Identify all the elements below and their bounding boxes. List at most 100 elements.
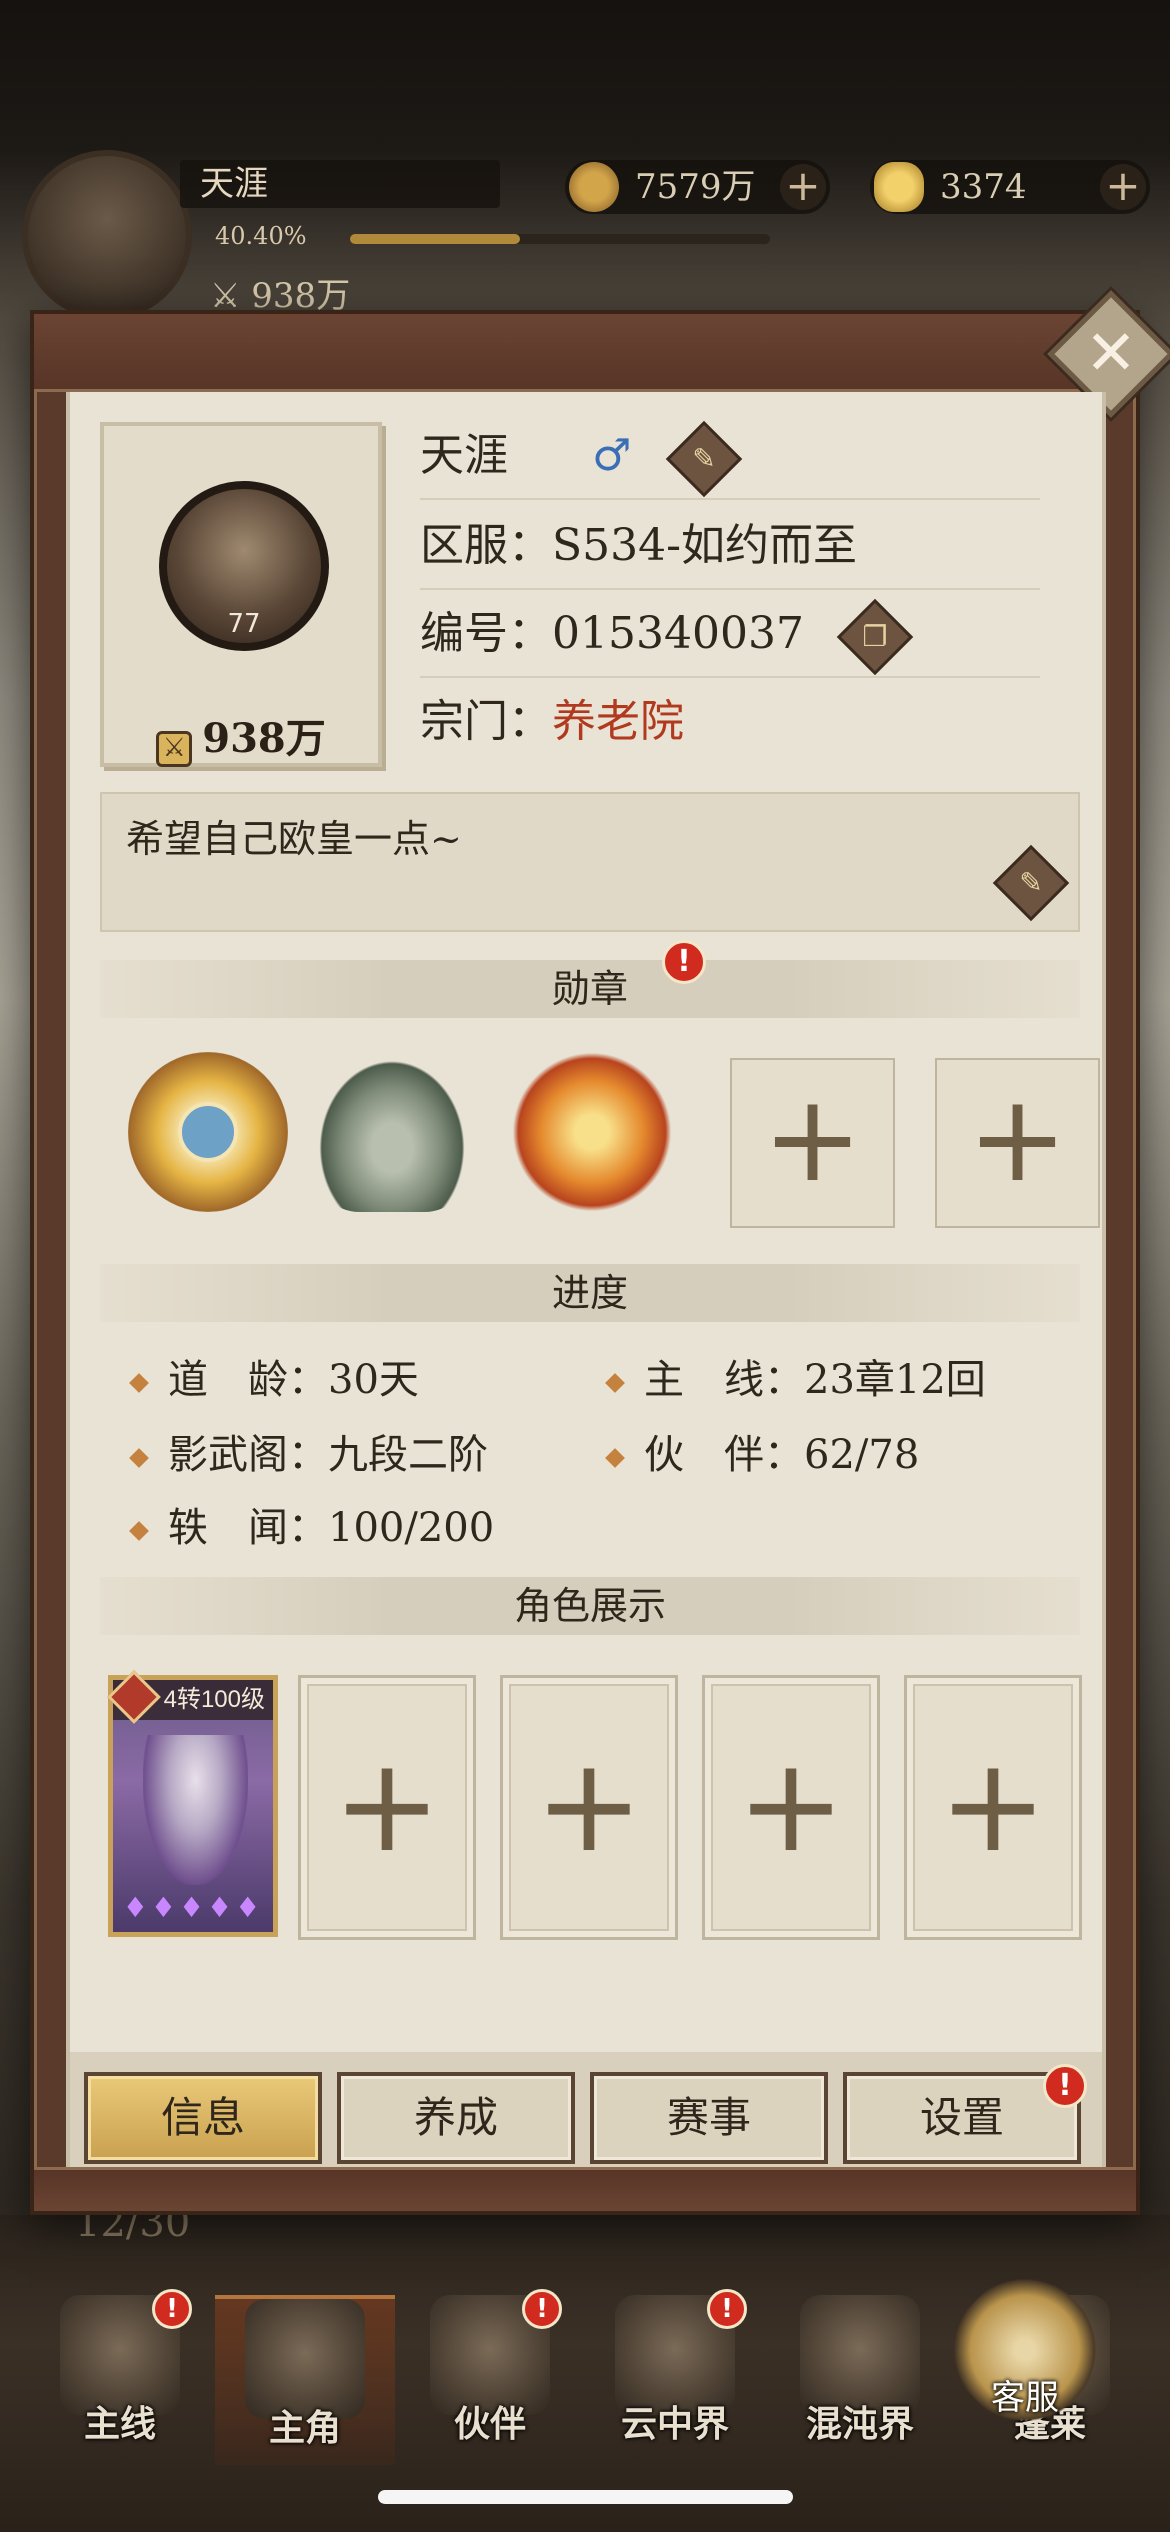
id-label: 编号： xyxy=(420,608,552,659)
medals-section-title: 勋章 xyxy=(100,960,1080,1018)
coins-value: 7579万 xyxy=(635,167,756,207)
add-coins-button[interactable]: + xyxy=(780,164,826,210)
progress-label: 道 龄： xyxy=(168,1357,328,1403)
nav-label: 伙伴 xyxy=(453,2403,526,2445)
roles-title-text: 角色展示 xyxy=(513,1584,666,1628)
combat-power-icon: ⚔ xyxy=(156,731,193,767)
sect-value[interactable]: 养老院 xyxy=(552,696,684,747)
nav-cloud-realm[interactable]: 云中界 ! xyxy=(585,2289,765,2465)
nav-label: 混沌界 xyxy=(805,2403,914,2445)
progress-item-shadow-pavilion: 影武阁：九段二阶 xyxy=(132,1422,488,1480)
nav-main-quest[interactable]: 主线 ! xyxy=(30,2289,210,2465)
hud-exp-bar xyxy=(350,234,770,244)
role-empty-slot[interactable]: + xyxy=(298,1675,476,1940)
combat-power: ⚔ 938万 xyxy=(104,706,378,767)
role-empty-slot[interactable]: + xyxy=(904,1675,1082,1940)
gold-ingot-icon xyxy=(874,162,924,212)
character-portrait xyxy=(143,1735,248,1885)
settings-alert-badge: ! xyxy=(1043,2064,1087,2108)
progress-label: 伙 伴： xyxy=(644,1432,804,1478)
coin-icon xyxy=(569,162,619,212)
role-card[interactable]: 4转100级 ♦♦♦♦♦ xyxy=(107,1670,278,1937)
hud-exp-percent: 40.40% xyxy=(215,222,307,250)
home-indicator[interactable] xyxy=(378,2490,793,2504)
role-level-badge: 4转100级 xyxy=(107,1670,273,1724)
medal-figure-icon xyxy=(178,1102,238,1162)
gold-display: 3374 + xyxy=(870,160,1150,214)
id-value: 015340037 xyxy=(552,608,804,659)
progress-item-anecdotes: 轶 闻：100/200 xyxy=(132,1495,494,1553)
progress-value: 九段二阶 xyxy=(328,1432,488,1478)
hud-exp-fill xyxy=(350,234,520,244)
avatar[interactable]: 77 xyxy=(159,481,329,651)
roles-section-title: 角色展示 xyxy=(100,1577,1080,1635)
avatar-level: 77 xyxy=(227,609,261,639)
brush-icon: ✎ xyxy=(1019,866,1043,899)
tab-info[interactable]: 信息 xyxy=(84,2072,322,2164)
medal-empty-slot[interactable]: + xyxy=(935,1058,1100,1228)
medal-pagoda[interactable] xyxy=(312,1052,472,1212)
hud-player-name: 天涯 xyxy=(180,160,500,208)
progress-item-main-quest: 主 线：23章12回 xyxy=(608,1347,986,1405)
coins-display: 7579万 + xyxy=(565,160,830,214)
nav-partners[interactable]: 伙伴 ! xyxy=(400,2289,580,2465)
server-row: 区服：S534-如约而至 xyxy=(420,502,1040,590)
alert-badge: ! xyxy=(707,2289,747,2329)
combat-power-value: 938万 xyxy=(202,715,326,762)
customer-service-label[interactable]: 客服 xyxy=(955,2370,1095,2419)
nav-label: 主角 xyxy=(268,2407,341,2449)
tab-bar: 信息 养成 赛事 设置 ! xyxy=(70,2052,1102,2177)
top-hud: 天涯 40.40% ⚔ 938万 7579万 + 3374 + xyxy=(0,140,1170,320)
male-gender-icon: ♂ xyxy=(592,430,632,481)
nav-label: 云中界 xyxy=(620,2403,729,2445)
motto-text: 希望自己欧皇一点~ xyxy=(126,817,462,861)
progress-value: 62/78 xyxy=(804,1432,920,1478)
progress-value: 100/200 xyxy=(328,1505,495,1551)
edit-name-button[interactable]: ✎ xyxy=(666,420,743,497)
gold-value: 3374 xyxy=(940,167,1027,207)
server-label: 区服： xyxy=(420,520,552,571)
medal-golden-sage[interactable] xyxy=(128,1052,288,1212)
nav-label: 主线 xyxy=(83,2403,156,2445)
medal-empty-slot[interactable]: + xyxy=(730,1058,895,1228)
nav-chaos-realm[interactable]: 混沌界 xyxy=(770,2295,950,2465)
nav-character[interactable]: 主角 xyxy=(215,2295,395,2465)
role-empty-slot[interactable]: + xyxy=(500,1675,678,1940)
alert-badge: ! xyxy=(152,2289,192,2329)
progress-value: 30天 xyxy=(328,1357,419,1403)
progress-item-partners: 伙 伴：62/78 xyxy=(608,1422,919,1480)
brush-icon: ✎ xyxy=(692,441,717,475)
medals-title-text: 勋章 xyxy=(551,967,628,1011)
avatar-card: 77 ⚔ 938万 xyxy=(100,422,382,767)
role-rank-flames-icon: ♦♦♦♦♦ xyxy=(122,1891,264,1924)
progress-title-text: 进度 xyxy=(551,1271,628,1315)
role-empty-slot[interactable]: + xyxy=(702,1675,880,1940)
profile-panel: 77 ⚔ 938万 天涯 ♂ ✎ 区服：S534-如约而至 编号：01534003… xyxy=(66,392,1106,2177)
progress-value: 23章12回 xyxy=(804,1357,986,1403)
player-name: 天涯 xyxy=(420,430,508,481)
profile-modal: ✕ 77 ⚔ 938万 天涯 ♂ ✎ 区服：S534-如约而至 编号：015340… xyxy=(30,290,1170,2215)
progress-section-title: 进度 xyxy=(100,1264,1080,1322)
tab-events[interactable]: 赛事 xyxy=(590,2072,828,2164)
tab-growth[interactable]: 养成 xyxy=(337,2072,575,2164)
progress-label: 主 线： xyxy=(644,1357,804,1403)
copy-icon: ❐ xyxy=(862,619,888,653)
role-level-text: 4转100级 xyxy=(163,1686,265,1713)
progress-label: 轶 闻： xyxy=(168,1505,328,1551)
motto-box: 希望自己欧皇一点~ ✎ xyxy=(100,792,1080,932)
id-row: 编号：015340037 ❐ xyxy=(420,590,1040,678)
copy-id-button[interactable]: ❐ xyxy=(836,598,914,675)
role-class-icon xyxy=(107,1670,161,1724)
edit-motto-button[interactable]: ✎ xyxy=(992,844,1070,922)
modal-footer xyxy=(34,2167,1136,2211)
medals-alert-badge: ! xyxy=(662,940,706,984)
sect-label: 宗门： xyxy=(420,696,552,747)
medal-flame-crest[interactable] xyxy=(512,1052,672,1212)
modal-header xyxy=(34,314,1136,392)
progress-item-age: 道 龄：30天 xyxy=(132,1347,419,1405)
name-row: 天涯 ♂ ✎ xyxy=(420,412,1040,500)
sect-row: 宗门：养老院 xyxy=(420,678,1040,766)
add-gold-button[interactable]: + xyxy=(1100,164,1146,210)
hud-avatar[interactable] xyxy=(22,150,192,320)
progress-label: 影武阁： xyxy=(168,1432,328,1478)
